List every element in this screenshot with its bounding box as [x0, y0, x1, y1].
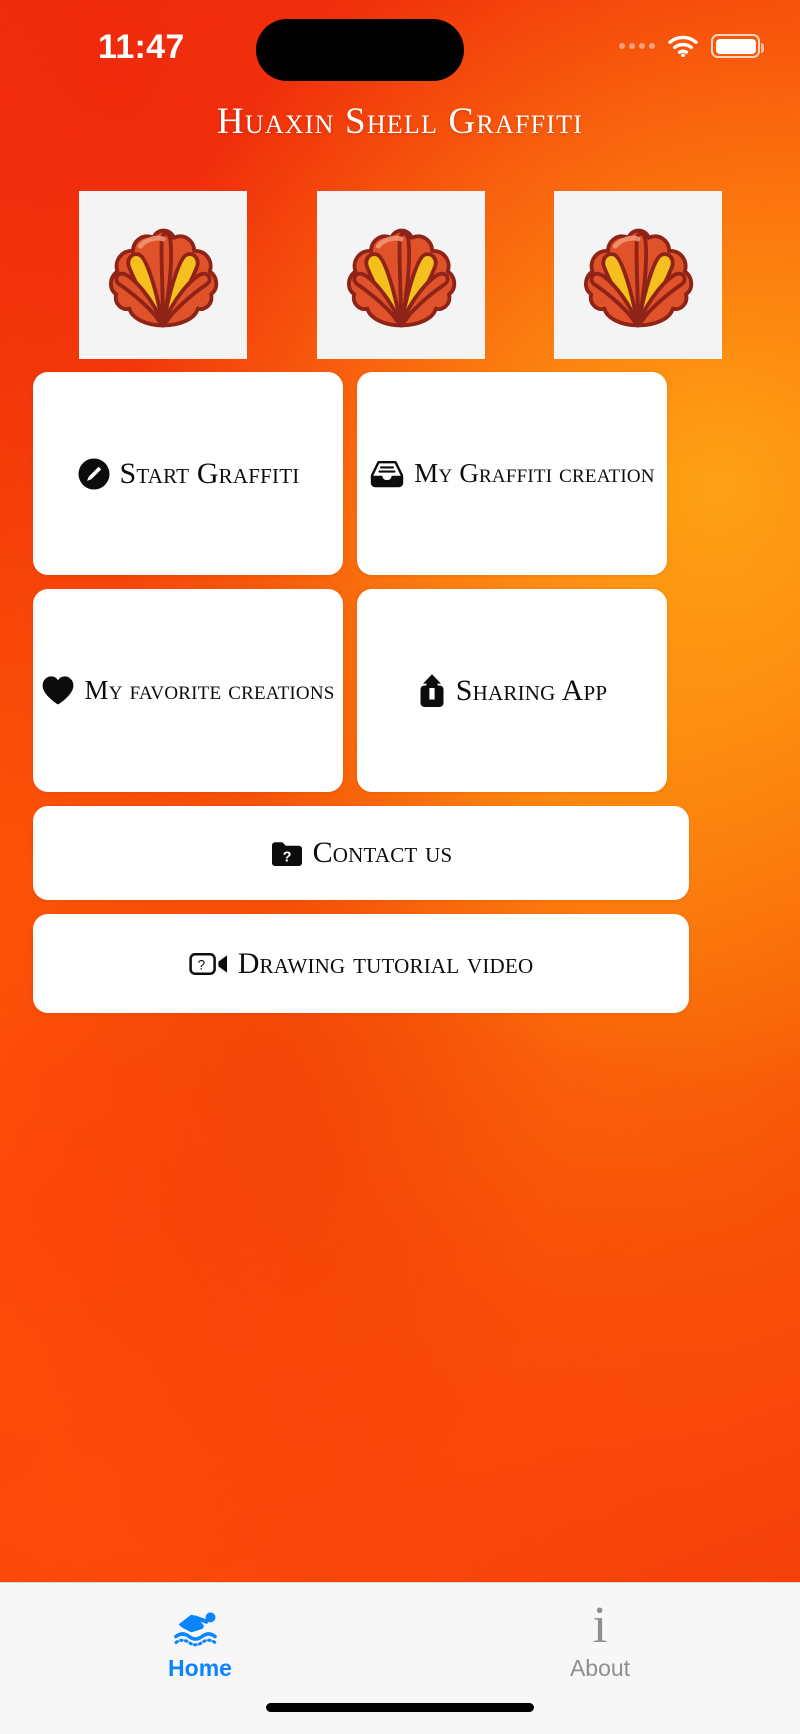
bottom-tab-bar: Home i About [0, 1582, 800, 1734]
status-bar: 11:47 [0, 0, 800, 100]
my-creation-label: My Graffiti creation [414, 458, 655, 488]
pencil-circle-icon [77, 457, 111, 491]
share-upload-icon [417, 673, 447, 709]
app-screen: 11:47 Huaxin Shell Graffiti Start Graffi… [0, 0, 800, 1734]
sharing-app-button[interactable]: Sharing App [357, 589, 667, 792]
video-question-icon: ? [189, 950, 229, 978]
my-favorites-button[interactable]: My favorite creations [33, 589, 343, 792]
my-favorites-label: My favorite creations [84, 675, 335, 705]
shell-gallery [79, 191, 722, 359]
contact-us-label: Contact us [312, 836, 453, 869]
swimmer-icon [173, 1602, 227, 1648]
tab-home-label: Home [168, 1655, 232, 1681]
menu-row-1: Start Graffiti My Graffiti creation [33, 372, 767, 575]
page-title: Huaxin Shell Graffiti [216, 101, 584, 142]
tab-home[interactable]: Home [0, 1583, 400, 1701]
svg-text:?: ? [282, 849, 291, 865]
shell-thumbnail-1[interactable] [79, 191, 247, 359]
start-graffiti-label: Start Graffiti [119, 456, 300, 490]
tab-about[interactable]: i About [400, 1583, 800, 1701]
menu-row-3: ? Contact us [33, 806, 767, 900]
tab-about-label: About [569, 1655, 631, 1681]
shell-icon [109, 228, 219, 328]
shell-icon [346, 228, 456, 328]
heart-icon [41, 675, 75, 706]
dynamic-island [256, 19, 464, 81]
tutorial-video-label: Drawing tutorial video [237, 946, 534, 980]
shell-thumbnail-2[interactable] [316, 191, 485, 359]
inbox-tray-icon [369, 459, 405, 489]
menu-row-4: ? Drawing tutorial video [33, 914, 767, 1013]
folder-question-icon: ? [270, 839, 304, 868]
battery-icon [711, 34, 764, 58]
menu-row-2: My favorite creations Sharing App [33, 589, 767, 792]
start-graffiti-button[interactable]: Start Graffiti [33, 372, 343, 575]
shell-icon [584, 228, 694, 328]
info-icon: i [592, 1596, 608, 1654]
status-bar-indicators [619, 34, 764, 58]
shell-thumbnail-3[interactable] [554, 191, 722, 359]
tutorial-video-button[interactable]: ? Drawing tutorial video [33, 914, 689, 1013]
main-menu: Start Graffiti My Graffiti creation My f… [33, 372, 767, 1027]
wifi-icon [668, 35, 698, 58]
signal-dots-icon [619, 43, 655, 49]
status-bar-time: 11:47 [98, 28, 185, 66]
sharing-app-label: Sharing App [455, 673, 608, 707]
svg-text:?: ? [197, 957, 205, 972]
contact-us-button[interactable]: ? Contact us [33, 806, 689, 900]
home-indicator[interactable] [266, 1703, 534, 1712]
my-creation-button[interactable]: My Graffiti creation [357, 372, 667, 575]
